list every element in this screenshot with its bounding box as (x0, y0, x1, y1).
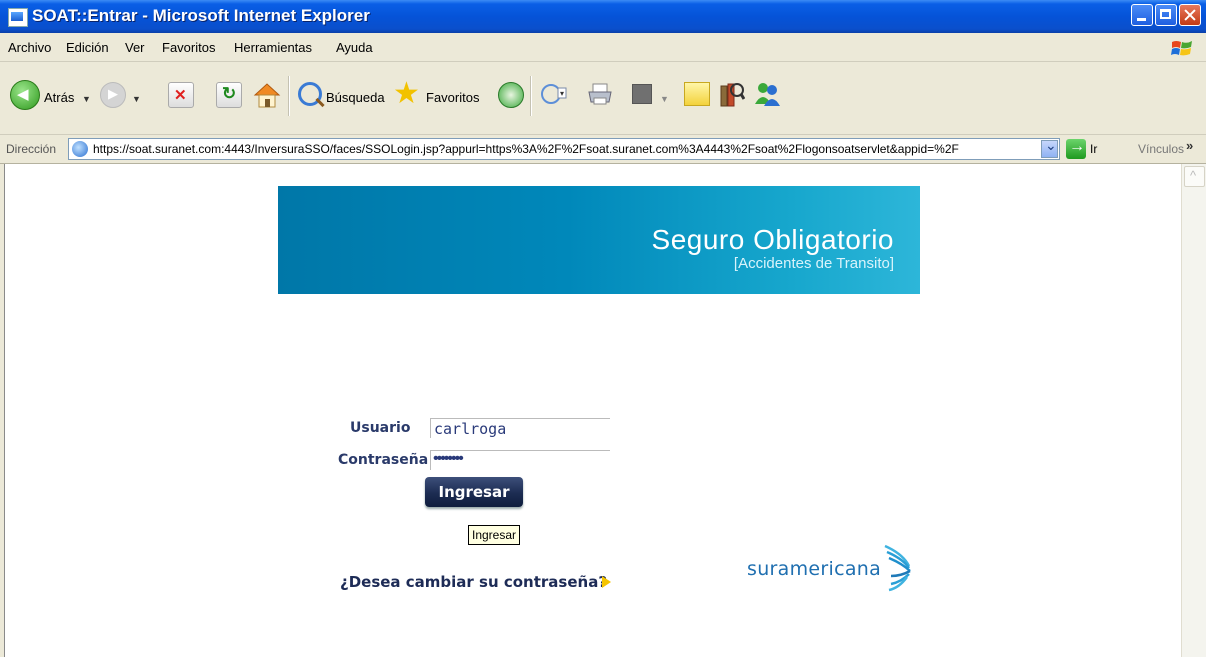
go-arrow-icon[interactable] (1066, 138, 1086, 159)
links-chevron-icon[interactable]: » (1186, 138, 1193, 153)
scroll-up-icon[interactable] (1184, 166, 1205, 187)
menu-edicion[interactable]: Edición (66, 40, 109, 55)
print-icon[interactable] (586, 82, 614, 106)
back-dropdown-icon[interactable]: ▼ (82, 94, 91, 104)
menu-ayuda[interactable]: Ayuda (336, 40, 373, 55)
minimize-button[interactable] (1131, 4, 1153, 26)
password-input[interactable]: •••••••• (430, 450, 610, 470)
ie-page-icon (72, 141, 88, 157)
menu-favoritos[interactable]: Favoritos (162, 40, 215, 55)
svg-text:▾: ▾ (560, 89, 564, 98)
toolbar-separator (530, 76, 532, 116)
menu-ver[interactable]: Ver (125, 40, 145, 55)
back-arrow-icon[interactable] (10, 80, 40, 110)
username-value: carlroga (434, 420, 507, 438)
toolbar: Atrás ▼ ▼ Búsqueda ★ Favoritos ▾ ▼ (0, 62, 1206, 135)
title-bar[interactable]: SOAT::Entrar - Microsoft Internet Explor… (0, 0, 1206, 33)
toolbar-separator (288, 76, 290, 116)
ingresar-button-label: Ingresar (438, 483, 510, 501)
suramericana-logo-text: suramericana (747, 558, 882, 580)
home-icon[interactable] (252, 80, 282, 110)
vertical-scrollbar[interactable] (1181, 164, 1206, 657)
forward-dropdown-icon[interactable]: ▼ (132, 94, 141, 104)
banner-title: Seguro Obligatorio (651, 224, 894, 255)
go-button-label[interactable]: Ir (1090, 142, 1097, 156)
arrow-right-icon[interactable] (602, 576, 611, 588)
address-label: Dirección (6, 142, 57, 156)
username-input[interactable]: carlroga (430, 418, 610, 438)
username-label: Usuario (350, 420, 411, 436)
mail-icon[interactable]: ▾ (540, 82, 568, 106)
refresh-icon[interactable] (216, 82, 242, 108)
stop-icon[interactable] (168, 82, 194, 108)
menu-herramientas[interactable]: Herramientas (234, 40, 312, 55)
banner-subtitle: [Accidentes de Transito] (733, 255, 894, 272)
suramericana-logo-icon (884, 544, 911, 592)
password-label: Contraseña (338, 452, 429, 468)
edit-icon[interactable] (632, 84, 652, 104)
browser-window: SOAT::Entrar - Microsoft Internet Explor… (0, 0, 1206, 657)
edit-dropdown-icon[interactable]: ▼ (660, 94, 669, 104)
forward-arrow-icon[interactable] (100, 82, 126, 108)
ingresar-button[interactable]: Ingresar (425, 477, 523, 507)
password-mask: •••••••• (433, 450, 464, 467)
header-banner: Seguro Obligatorio [Accidentes de Transi… (278, 186, 920, 294)
maximize-button[interactable] (1155, 4, 1177, 26)
search-button-label[interactable]: Búsqueda (326, 90, 385, 105)
page-content: Seguro Obligatorio [Accidentes de Transi… (4, 164, 1181, 657)
address-bar: Dirección https://soat.suranet.com:4443/… (0, 135, 1206, 164)
search-icon[interactable] (298, 82, 322, 106)
window-title: SOAT::Entrar - Microsoft Internet Explor… (32, 6, 370, 25)
ie-page-icon (8, 8, 28, 27)
links-label[interactable]: Vínculos (1138, 142, 1184, 156)
menu-archivo[interactable]: Archivo (8, 40, 51, 55)
favorites-button-label[interactable]: Favoritos (426, 90, 479, 105)
history-icon[interactable] (498, 82, 524, 108)
address-url[interactable]: https://soat.suranet.com:4443/InversuraS… (93, 142, 1033, 156)
ingresar-tooltip: Ingresar (468, 525, 521, 545)
messenger-icon[interactable] (752, 80, 782, 108)
address-input[interactable]: https://soat.suranet.com:4443/InversuraS… (68, 137, 1060, 160)
address-dropdown-icon[interactable] (1041, 137, 1058, 158)
menu-bar: Archivo Edición Ver Favoritos Herramient… (0, 33, 1206, 62)
discuss-note-icon[interactable] (684, 82, 710, 106)
close-button[interactable] (1179, 4, 1201, 26)
change-password-link[interactable]: ¿Desea cambiar su contraseña? (340, 573, 607, 591)
windows-logo-icon (1171, 41, 1192, 56)
research-books-icon[interactable] (717, 80, 745, 108)
favorites-star-icon[interactable]: ★ (393, 76, 420, 111)
back-button-label[interactable]: Atrás (44, 90, 74, 105)
